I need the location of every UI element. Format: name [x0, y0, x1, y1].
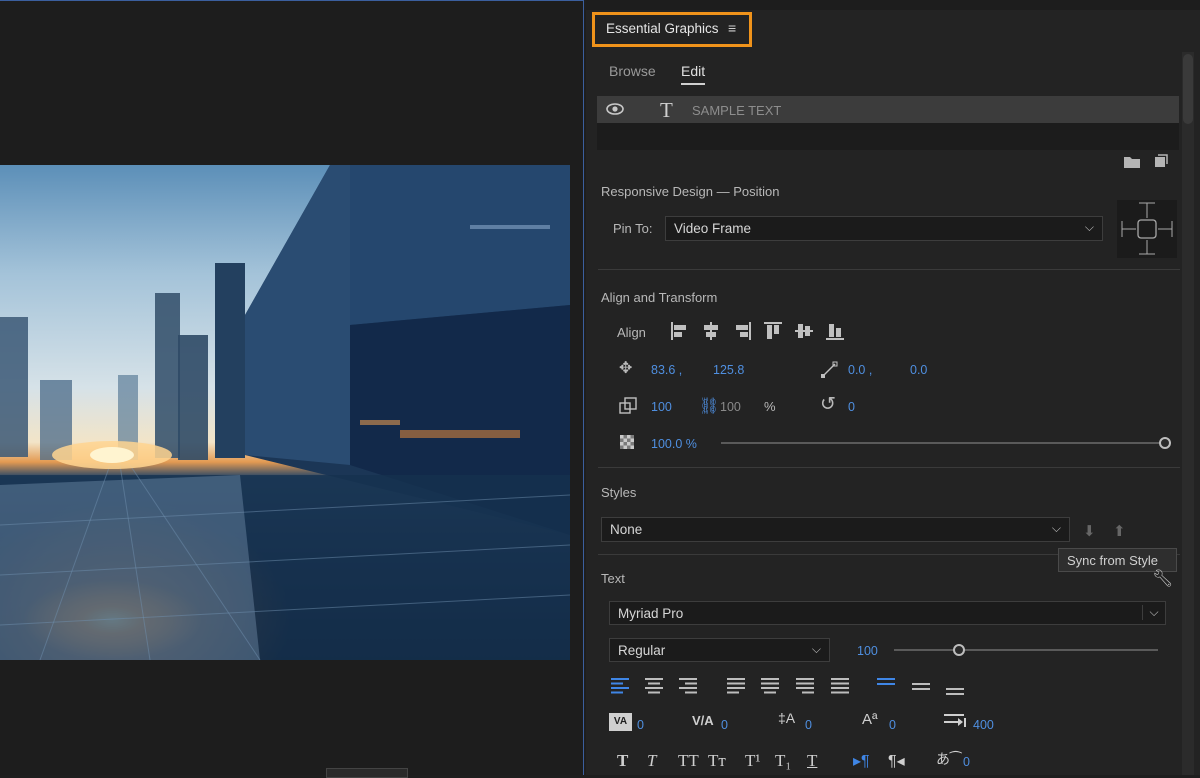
underline-icon[interactable]: T — [807, 751, 817, 771]
align-right-icon[interactable] — [732, 321, 752, 344]
chevron-down-icon: ⌵ — [1084, 220, 1094, 234]
tsume-icon: あ⁀ — [936, 751, 962, 767]
superscript-icon[interactable]: T¹ — [745, 751, 760, 771]
kerning-icon: VA — [609, 713, 632, 731]
scale-icon — [619, 397, 637, 418]
layer-row-sample-text[interactable] — [597, 96, 1179, 123]
push-to-style-icon[interactable]: ⬇ — [1083, 522, 1096, 540]
position-y-value[interactable]: 125.8 — [713, 363, 744, 377]
baseline-shift-icon: Aª — [862, 711, 878, 728]
video-frame — [0, 165, 570, 660]
tsume-value[interactable]: 0 — [963, 755, 970, 769]
position-move-icon: ✥ — [619, 360, 633, 377]
justify-left-icon[interactable] — [727, 678, 747, 697]
ltr-direction-icon[interactable]: ▸¶ — [853, 751, 870, 771]
timecode-box[interactable] — [326, 768, 408, 778]
anchor-y-value[interactable]: 0.0 — [910, 363, 927, 377]
city-image — [0, 165, 570, 660]
anchor-point-icon — [820, 361, 838, 382]
styles-value: None — [610, 522, 643, 537]
text-section-title: Text — [601, 571, 625, 586]
font-family-value: Myriad Pro — [618, 606, 684, 621]
pin-to-label: Pin To: — [613, 221, 653, 236]
tab-width-value[interactable]: 400 — [973, 718, 994, 732]
opacity-checker-icon — [620, 435, 634, 452]
panel-title[interactable]: Essential Graphics — [606, 21, 719, 36]
all-caps-icon[interactable]: TT — [678, 751, 699, 771]
pin-to-dropdown[interactable]: Video Frame ⌵ — [665, 216, 1103, 241]
align-text-right-icon[interactable] — [679, 678, 699, 697]
section-divider — [598, 269, 1180, 270]
align-center-h-icon[interactable] — [701, 321, 721, 344]
align-top-icon[interactable] — [763, 321, 783, 344]
faux-italic-icon[interactable]: T — [647, 751, 656, 771]
section-divider — [598, 467, 1180, 468]
align-label: Align — [617, 325, 646, 340]
baseline-shift-value[interactable]: 0 — [889, 718, 896, 732]
text-layer-icon: T — [660, 98, 673, 122]
chevron-down-icon: ⌵ — [1142, 605, 1165, 620]
scrollbar-thumb[interactable] — [1183, 54, 1193, 124]
link-chain-icon[interactable]: ⛓ — [699, 396, 719, 416]
wrench-icon[interactable]: 🔧︎ — [1152, 569, 1174, 589]
layer-name: SAMPLE TEXT — [692, 103, 782, 118]
tracking-value[interactable]: 0 — [721, 718, 728, 732]
new-layer-icon[interactable] — [1154, 154, 1168, 171]
font-style-value: Regular — [618, 643, 666, 658]
align-bottom-icon[interactable] — [825, 321, 845, 344]
font-family-dropdown[interactable]: Myriad Pro ⌵ — [609, 601, 1166, 625]
faux-bold-icon[interactable]: T — [617, 751, 628, 771]
tab-edit[interactable]: Edit — [681, 63, 705, 79]
opacity-slider-track[interactable] — [721, 442, 1161, 444]
align-center-v-icon[interactable] — [794, 321, 814, 344]
tab-width-icon — [944, 713, 966, 732]
kerning-value[interactable]: 0 — [637, 718, 644, 732]
scale-unit: % — [764, 399, 776, 414]
align-middle-text-icon[interactable] — [912, 681, 932, 700]
font-size-value[interactable]: 100 — [857, 644, 878, 658]
tab-browse[interactable]: Browse — [609, 63, 656, 79]
justify-all-icon[interactable] — [831, 678, 851, 697]
panel-scrollbar[interactable] — [1182, 52, 1194, 775]
small-caps-icon[interactable]: Tᴛ — [708, 751, 726, 771]
align-left-icon[interactable] — [670, 321, 690, 344]
justify-right-icon[interactable] — [796, 678, 816, 697]
leading-icon: ‡A — [778, 710, 796, 726]
styles-dropdown[interactable]: None ⌵ — [601, 517, 1070, 542]
align-transform-title: Align and Transform — [601, 290, 718, 305]
position-x-value[interactable]: 83.6 , — [651, 363, 682, 377]
chevron-down-icon: ⌵ — [1051, 521, 1061, 535]
anchor-x-value[interactable]: 0.0 , — [848, 363, 872, 377]
opacity-slider-knob[interactable] — [1159, 437, 1171, 449]
tracking-icon: V/A — [692, 713, 714, 728]
panel-menu-icon[interactable]: ≡ — [728, 20, 736, 36]
rotation-icon: ↺ — [820, 394, 836, 415]
font-style-dropdown[interactable]: Regular ⌵ — [609, 638, 830, 662]
leading-value[interactable]: 0 — [805, 718, 812, 732]
new-group-icon[interactable] — [1123, 155, 1141, 172]
scale-height-value: 100 — [720, 400, 741, 414]
justify-center-icon[interactable] — [761, 678, 781, 697]
pin-to-value: Video Frame — [674, 221, 752, 236]
eye-icon[interactable] — [606, 102, 624, 119]
chevron-down-icon: ⌵ — [811, 642, 821, 656]
panel-header-strip — [586, 0, 1200, 10]
pin-edges-widget[interactable] — [1117, 200, 1177, 258]
opacity-value[interactable]: 100.0 % — [651, 437, 697, 451]
align-top-text-icon[interactable] — [877, 678, 897, 697]
align-text-center-icon[interactable] — [645, 678, 665, 697]
subscript-icon[interactable]: T₁ — [775, 751, 791, 771]
responsive-design-title: Responsive Design — Position — [601, 184, 780, 199]
font-size-slider-track[interactable] — [894, 649, 1158, 651]
layer-list-empty-area[interactable] — [597, 123, 1179, 150]
rtl-direction-icon[interactable]: ¶◂ — [888, 751, 905, 771]
rotation-value[interactable]: 0 — [848, 400, 855, 414]
align-bottom-text-icon[interactable] — [946, 684, 966, 703]
sync-from-style-icon[interactable]: ⬆ — [1113, 522, 1126, 540]
align-text-left-icon[interactable] — [611, 678, 631, 697]
active-tab-indicator — [681, 83, 705, 85]
styles-title: Styles — [601, 485, 637, 500]
font-size-slider-knob[interactable] — [953, 644, 965, 656]
scale-value[interactable]: 100 — [651, 400, 672, 414]
